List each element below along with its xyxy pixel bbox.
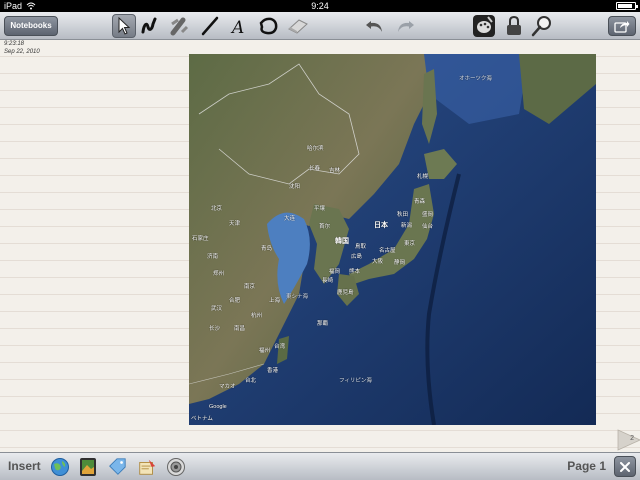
map-graphic <box>189 54 596 425</box>
map-label: 日本 <box>374 222 388 229</box>
line-icon[interactable] <box>198 14 222 38</box>
map-label: 長崎 <box>322 278 334 284</box>
map-label: 鹿児島 <box>337 290 354 296</box>
shape-tool-icon[interactable] <box>256 14 280 38</box>
map-label: 静岡 <box>394 260 406 266</box>
eraser-icon[interactable] <box>286 14 310 38</box>
map-label: 上海 <box>269 298 281 304</box>
google-watermark: Google <box>209 404 227 410</box>
magnifier-icon[interactable] <box>530 14 554 38</box>
map-label: 東シナ海 <box>286 294 309 300</box>
map-label: 杭州 <box>251 313 263 319</box>
battery-icon <box>616 2 638 10</box>
insert-photo-button[interactable] <box>78 457 98 477</box>
insert-web-button[interactable] <box>50 457 70 477</box>
insert-audio-button[interactable] <box>166 457 186 477</box>
map-label: 青森 <box>414 199 426 205</box>
redo-icon[interactable] <box>393 14 417 38</box>
map-label: 北京 <box>211 206 223 212</box>
map-label: 平壤 <box>314 206 326 212</box>
page-curl-icon <box>617 429 640 451</box>
highlighter-icon[interactable] <box>168 14 192 38</box>
next-page-corner[interactable]: 2 <box>614 428 640 452</box>
note-date: Sep 22, 2010 <box>4 49 40 55</box>
tag-icon <box>109 458 126 475</box>
map-label: 熊本 <box>349 269 361 275</box>
map-label: 吉林 <box>329 168 341 174</box>
status-time: 9:24 <box>311 1 329 11</box>
insert-label: Insert <box>8 459 41 473</box>
map-label: 香港 <box>267 368 279 374</box>
close-button[interactable] <box>614 456 636 477</box>
photo-icon <box>80 458 96 476</box>
insert-tag-button[interactable] <box>107 457 127 477</box>
map-label: 济南 <box>207 254 219 260</box>
map-label: 南昌 <box>234 326 246 332</box>
map-label: 名古屋 <box>379 248 396 254</box>
page-indicator: Page 1 <box>567 459 606 473</box>
map-label: マカオ <box>219 384 236 390</box>
map-label: 长春 <box>309 166 321 172</box>
map-label: 天津 <box>229 221 241 227</box>
text-tool-icon[interactable]: A <box>226 14 250 38</box>
svg-text:A: A <box>230 18 244 36</box>
notebooks-button[interactable]: Notebooks <box>4 16 58 36</box>
map-label: 首尔 <box>319 224 331 230</box>
pointer-arrow-icon[interactable] <box>112 14 136 38</box>
map-label: オホーツク海 <box>459 76 492 82</box>
next-page-number: 2 <box>630 435 634 442</box>
map-label: 広島 <box>351 254 363 260</box>
palette-icon[interactable] <box>472 14 496 38</box>
status-bar: iPad 9:24 <box>0 0 640 12</box>
share-button[interactable] <box>608 16 636 36</box>
map-label: 合肥 <box>229 298 241 304</box>
map-image[interactable]: オホーツク海 日本 札幌 青森 秋田 盛岡 新潟 仙台 東京 名古屋 大阪 静岡… <box>189 54 596 425</box>
notebook-page[interactable]: 9:23:18 Sep 22, 2010 オホーツク海 日本 札幌 青森 秋田 … <box>0 40 640 452</box>
map-label: 新潟 <box>401 223 413 229</box>
map-label: 郑州 <box>213 271 225 277</box>
map-label: 南京 <box>244 284 256 290</box>
map-label: 那覇 <box>317 321 329 327</box>
undo-icon[interactable] <box>363 14 387 38</box>
note-time: 9:23:18 <box>4 41 25 47</box>
map-label: 大连 <box>284 216 296 222</box>
map-label: 盛岡 <box>422 212 434 218</box>
map-label: 台北 <box>245 378 257 384</box>
map-label: 鳥取 <box>355 244 367 250</box>
map-label: 青岛 <box>261 246 273 252</box>
map-label: 福岡 <box>329 269 341 275</box>
map-label: 札幌 <box>417 174 429 180</box>
insert-clipboard-button[interactable] <box>137 457 157 477</box>
map-label: 哈尔滨 <box>307 146 324 152</box>
toolbar: Notebooks A <box>0 12 640 40</box>
share-icon <box>614 21 630 33</box>
map-label: ベトナム <box>191 416 213 422</box>
map-label: 秋田 <box>397 212 409 218</box>
map-label: 台湾 <box>274 344 286 350</box>
map-label: 仙台 <box>422 224 434 230</box>
map-label: フィリピン海 <box>339 378 372 384</box>
map-label: 大阪 <box>372 259 384 265</box>
clipboard-icon <box>139 459 156 475</box>
speaker-icon <box>167 458 185 476</box>
lock-icon[interactable] <box>502 14 526 38</box>
globe-icon <box>51 458 69 476</box>
map-label: 福州 <box>259 348 271 354</box>
map-label: 石家庄 <box>192 236 209 242</box>
close-icon <box>620 461 630 472</box>
map-label: 韓国 <box>335 238 349 245</box>
bottom-bar: Insert Page 1 <box>0 452 640 480</box>
map-label: 长沙 <box>209 326 221 332</box>
map-label: 沈阳 <box>289 184 301 190</box>
map-label: 武汉 <box>211 306 223 312</box>
map-label: 東京 <box>404 241 416 247</box>
freehand-pen-icon[interactable] <box>138 14 162 38</box>
